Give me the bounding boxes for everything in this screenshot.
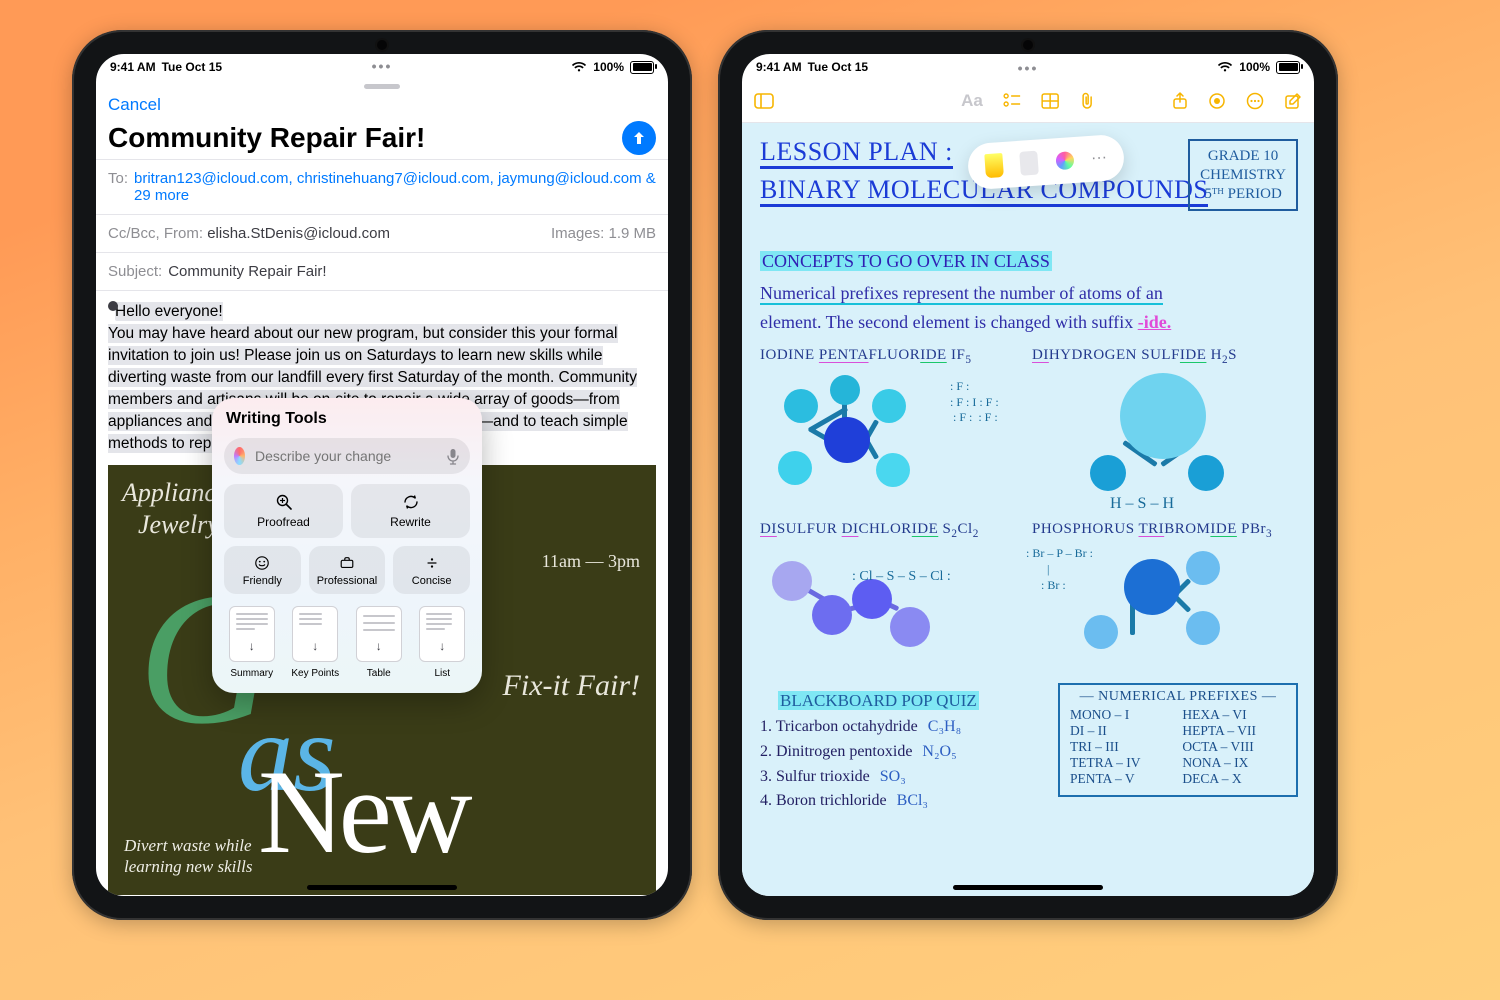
more-icon[interactable] [1246, 92, 1264, 110]
notes-toolbar: Aa [742, 80, 1314, 123]
lewis-if5: : F : : F : I : F : : F : : F : [950, 379, 999, 426]
images-size: Images: 1.9 MB [551, 225, 656, 242]
palette-more-icon[interactable]: ··· [1091, 149, 1108, 168]
home-indicator[interactable] [307, 885, 457, 890]
writing-tools-input[interactable] [224, 438, 470, 474]
friendly-button[interactable]: Friendly [224, 546, 301, 594]
wifi-icon [1217, 61, 1233, 73]
status-bar: 9:41 AM Tue Oct 15 ••• 100% [96, 54, 668, 80]
cancel-button[interactable]: Cancel [108, 95, 161, 115]
notes-screen: 9:41 AM Tue Oct 15 ••• 100% Aa [742, 54, 1314, 896]
mail-screen: 9:41 AM Tue Oct 15 ••• 100% Cancel Commu… [96, 54, 668, 896]
lewis-pbr3: : Br – P – Br : | : Br : [1026, 545, 1093, 594]
body-greeting: Hello everyone! [115, 303, 223, 320]
molecule-s2cl2 [766, 547, 936, 657]
summary-card[interactable]: ↓ Summary [224, 606, 280, 679]
proofread-button[interactable]: Proofread [224, 484, 343, 538]
smile-icon [253, 554, 271, 572]
concepts-paragraph: Numerical prefixes represent the number … [760, 279, 1296, 337]
microphone-icon[interactable] [446, 448, 460, 464]
ipad-notes: 9:41 AM Tue Oct 15 ••• 100% Aa [718, 30, 1338, 920]
poster-tagline: Divert waste while learning new skills [124, 835, 294, 878]
camera-dot [377, 40, 387, 50]
concepts-heading: CONCEPTS TO GO OVER IN CLASS [760, 251, 1052, 272]
concise-icon [423, 554, 441, 572]
camera-dot [1023, 40, 1033, 50]
battery-icon [1276, 61, 1300, 74]
battery-percent: 100% [1239, 60, 1270, 74]
quiz-heading: BLACKBOARD POP QUIZ [778, 691, 979, 711]
multitask-dots-icon[interactable]: ••• [372, 58, 393, 74]
color-picker-icon[interactable] [1055, 151, 1074, 170]
compound3-label: DISULFUR DICHLORIDE S2Cl2 [760, 521, 979, 540]
compound4-label: PHOSPHORUS TRIBROMIDE PBr3 [1032, 521, 1272, 540]
table-card[interactable]: ↓ Table [351, 606, 407, 679]
lewis-s2cl2: : Cl – S – S – Cl : [852, 569, 951, 585]
status-bar: 9:41 AM Tue Oct 15 ••• 100% [742, 54, 1314, 80]
format-aa[interactable]: Aa [961, 91, 983, 111]
eraser-tool-icon[interactable] [1019, 151, 1039, 176]
battery-percent: 100% [593, 60, 624, 74]
battery-icon [630, 61, 654, 74]
compose-icon[interactable] [1284, 92, 1302, 110]
from-field[interactable]: elisha.StDenis@icloud.com [207, 225, 390, 242]
concise-button[interactable]: Concise [393, 546, 470, 594]
rewrite-icon [402, 493, 420, 511]
apple-intelligence-icon [234, 447, 245, 465]
molecule-pbr3 [1078, 545, 1248, 665]
status-date: Tue Oct 15 [808, 60, 868, 74]
describe-change-field[interactable] [253, 447, 438, 465]
professional-button[interactable]: Professional [309, 546, 386, 594]
rewrite-button[interactable]: Rewrite [351, 484, 470, 538]
compound1-label: IODINE PENTAFLUORIDE IF5 [760, 347, 971, 366]
poster-time: 11am — 3pm [542, 549, 640, 575]
share-icon[interactable] [1172, 92, 1188, 110]
sheet-grabber[interactable] [364, 84, 400, 89]
prefix-table: — NUMERICAL PREFIXES — MONO – IHEXA – VI… [1058, 683, 1298, 797]
lewis-h2s: H – S – H [1110, 495, 1174, 513]
ccbcc-label: Cc/Bcc, From: [108, 225, 203, 242]
to-field[interactable]: britran123@icloud.com, christinehuang7@i… [134, 170, 656, 204]
molecule-if5 [772, 373, 932, 503]
subject-label: Subject: [108, 263, 162, 280]
keypoints-card[interactable]: ↓ Key Points [288, 606, 344, 679]
checklist-icon[interactable] [1003, 93, 1021, 109]
note-title-1: LESSON PLAN : [760, 137, 953, 167]
writing-tools-popover: Writing Tools Proofread Rewrite [212, 398, 482, 693]
briefcase-icon [338, 554, 356, 572]
grade-box: GRADE 10 CHEMISTRY 5ᵀᴴ PERIOD [1188, 139, 1298, 211]
apple-intelligence-icon[interactable] [1208, 92, 1226, 110]
multitask-dots-icon[interactable]: ••• [1018, 60, 1039, 76]
sidebar-toggle-icon[interactable] [754, 93, 774, 109]
ipad-mail: 9:41 AM Tue Oct 15 ••• 100% Cancel Commu… [72, 30, 692, 920]
home-indicator[interactable] [953, 885, 1103, 890]
quiz-list: 1. Tricarbon octahydride C₃H₈2. Dinitrog… [760, 715, 968, 814]
status-date: Tue Oct 15 [162, 60, 222, 74]
status-time: 9:41 AM [110, 60, 156, 74]
status-time: 9:41 AM [756, 60, 802, 74]
magnifier-icon [275, 493, 293, 511]
compose-title: Community Repair Fair! [108, 122, 425, 154]
wifi-icon [571, 61, 587, 73]
compound2-label: DIHYDROGEN SULFIDE H2S [1032, 347, 1237, 366]
list-card[interactable]: ↓ List [415, 606, 471, 679]
molecule-h2s [1062, 367, 1232, 497]
send-button[interactable] [622, 121, 656, 155]
attachment-icon[interactable] [1079, 92, 1095, 110]
writing-tools-title: Writing Tools [226, 410, 470, 428]
note-canvas[interactable]: LESSON PLAN : BINARY MOLECULAR COMPOUNDS… [742, 123, 1314, 896]
subject-field[interactable]: Community Repair Fair! [168, 263, 326, 280]
pen-tool-icon[interactable] [984, 153, 1004, 178]
to-label: To: [108, 170, 128, 187]
poster-fixit: Fix-it Fair! [503, 665, 640, 708]
table-icon[interactable] [1041, 93, 1059, 109]
